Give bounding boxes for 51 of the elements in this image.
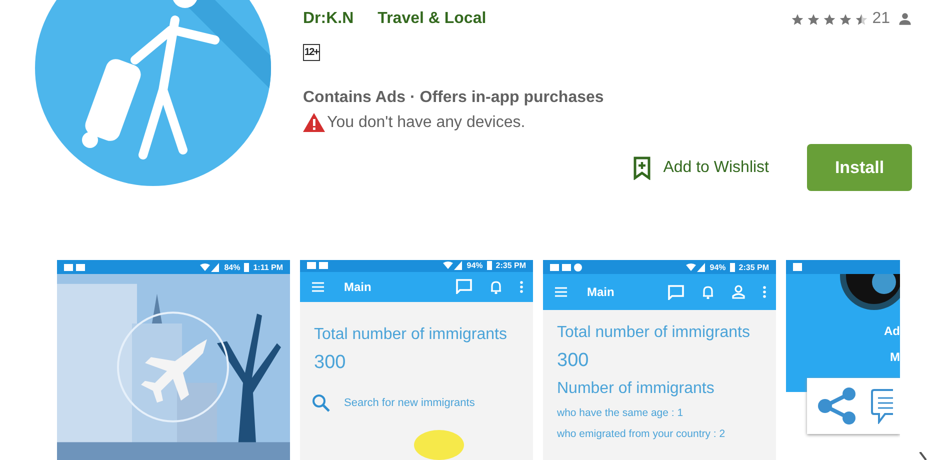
person-icon [898, 12, 912, 26]
battery-icon [244, 262, 250, 272]
battery-icon [730, 262, 735, 272]
person-icon[interactable] [732, 285, 745, 299]
ads-purchases-note: Contains Ads · Offers in-app purchases [303, 89, 605, 107]
battery-level: 94% [710, 262, 726, 272]
signal-icon [686, 262, 706, 272]
app-icon [35, 0, 271, 186]
battery-icon [486, 261, 492, 270]
status-time: 2:35 PM [738, 262, 769, 272]
bell-icon[interactable] [490, 280, 502, 294]
signal-icon [200, 262, 220, 272]
stat-line: who emigrated from your country : 2 [557, 428, 726, 440]
category-link[interactable]: Travel & Local [378, 10, 486, 28]
stat-subheading: Number of immigrants [557, 380, 716, 398]
signal-icon [442, 261, 463, 270]
status-time: 1:11 PM [253, 262, 283, 272]
bookmark-plus-icon [633, 156, 652, 180]
menu-icon[interactable] [555, 287, 567, 297]
stat-count: 300 [557, 350, 590, 372]
toolbar-title: Main [344, 280, 372, 294]
message-icon[interactable] [871, 388, 893, 424]
profile-role: M [890, 350, 900, 364]
search-icon [312, 394, 330, 412]
notification-icons [64, 262, 85, 272]
more-icon[interactable] [763, 286, 766, 298]
menu-icon[interactable] [312, 282, 324, 292]
toolbar-title: Main [587, 285, 614, 299]
rating-count: 21 [872, 10, 890, 28]
wishlist-button[interactable]: Add to Wishlist [633, 156, 769, 180]
warning-text: You don't have any devices. [327, 114, 526, 132]
bell-icon[interactable] [702, 285, 714, 299]
developer-link[interactable]: Dr:K.N [303, 10, 354, 28]
share-icon[interactable] [817, 387, 857, 425]
status-time: 2:35 PM [496, 261, 526, 270]
stat-heading: Total number of immigrants [557, 324, 751, 342]
stat-line: who have the same age : 1 [557, 407, 684, 419]
content-rating-badge: 12+ [303, 44, 320, 61]
image-icon [793, 263, 802, 271]
battery-level: 94% [466, 261, 483, 270]
more-icon[interactable] [520, 280, 523, 293]
notification-icons [307, 261, 328, 270]
stat-heading: Total number of immigrants [314, 326, 508, 344]
profile-name: Ad [884, 324, 900, 338]
battery-level: 84% [224, 262, 240, 272]
chat-icon[interactable] [456, 279, 472, 294]
stat-count: 300 [314, 352, 347, 374]
chat-icon[interactable] [668, 284, 684, 300]
warning-icon [303, 113, 325, 132]
search-text: Search for new immigrants [344, 397, 475, 409]
notification-icons [550, 262, 584, 272]
